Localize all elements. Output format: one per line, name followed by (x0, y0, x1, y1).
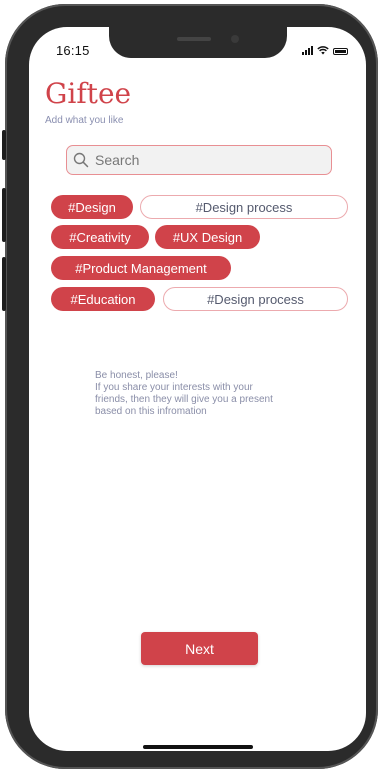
front-camera (231, 35, 239, 43)
tag-education[interactable]: #Education (51, 287, 155, 311)
status-icons (302, 46, 348, 55)
next-button[interactable]: Next (141, 632, 258, 665)
wifi-icon (317, 46, 329, 55)
app-title: Giftee (45, 77, 132, 110)
tag-ux-design[interactable]: #UX Design (155, 225, 260, 249)
tag-design-process[interactable]: #Design process (140, 195, 348, 219)
phone-side-button-mute (2, 130, 6, 160)
info-line: If you share your interests with your (95, 382, 253, 393)
search-input[interactable] (93, 151, 317, 169)
info-line: friends, then they will give you a prese… (95, 394, 273, 405)
search-bar[interactable] (66, 145, 332, 175)
speaker-grille (177, 37, 211, 41)
tag-product-management[interactable]: #Product Management (51, 256, 231, 280)
phone-frame: 16:15 Giftee Add what you like #Design #… (2, 4, 378, 769)
status-time: 16:15 (56, 43, 90, 58)
home-indicator (143, 745, 253, 749)
info-line: based on this infromation (95, 406, 207, 417)
phone-screen: 16:15 Giftee Add what you like #Design #… (29, 27, 366, 751)
signal-icon (302, 46, 313, 55)
info-text: Be honest, please! If you share your int… (95, 370, 273, 418)
search-icon (73, 152, 89, 168)
phone-side-button-volume-down (2, 257, 6, 311)
tag-design[interactable]: #Design (51, 195, 133, 219)
battery-icon (333, 48, 348, 55)
notch (109, 27, 287, 58)
tag-creativity[interactable]: #Creativity (51, 225, 149, 249)
info-line: Be honest, please! (95, 370, 178, 381)
phone-side-button-volume-up (2, 188, 6, 242)
tag-design-process-2[interactable]: #Design process (163, 287, 348, 311)
app-subtitle: Add what you like (45, 115, 124, 126)
